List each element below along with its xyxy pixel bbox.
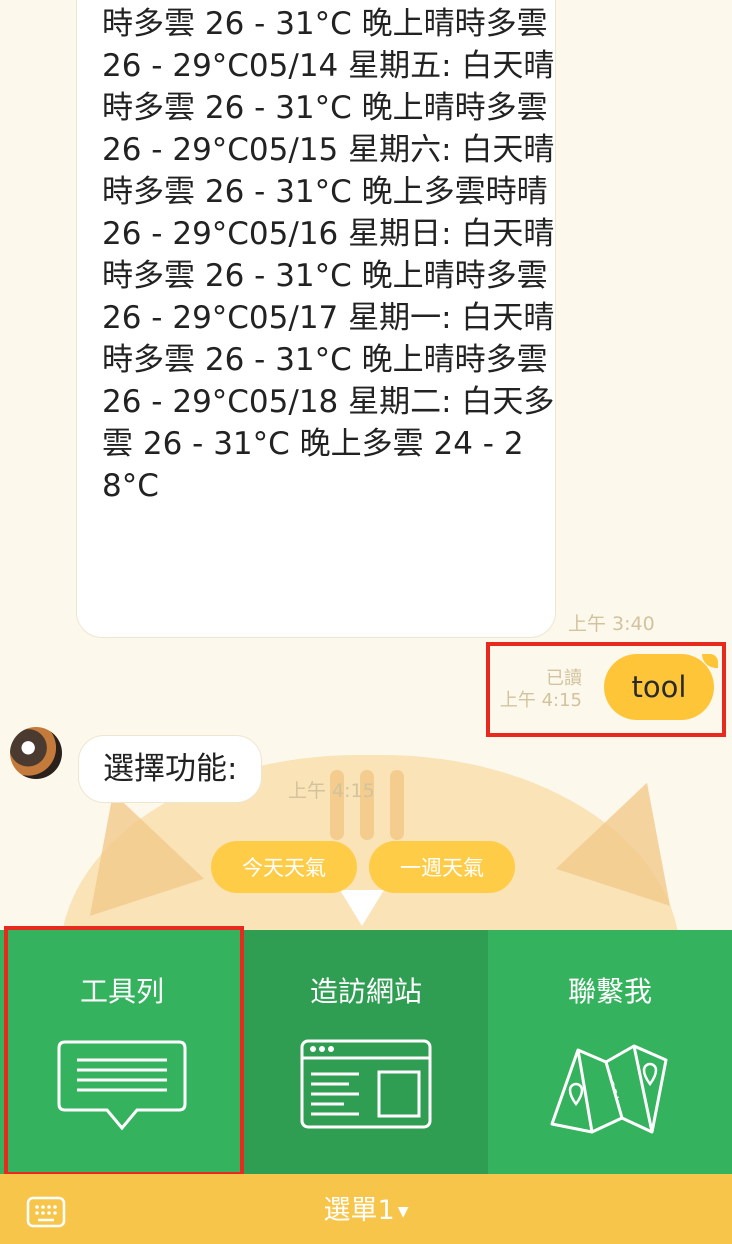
toolbar-highlight-box (4, 926, 244, 1176)
rich-menu-contact-me-label: 聯繫我 (567, 975, 652, 1008)
browser-window-icon (300, 1039, 432, 1129)
menu-toggle-button[interactable]: 選單1 ▼ (0, 1188, 732, 1227)
menu-title: 選單1 (323, 1195, 395, 1226)
read-status: 已讀 上午 4:15 (500, 668, 582, 712)
weather-message-text: 26 - 29°C05/13 星期四: 白天晴時多雲 26 - 31°C 晚上晴… (102, 6, 555, 504)
bot-message-time: 上午 4:15 (288, 780, 375, 802)
bot-avatar[interactable] (10, 727, 62, 779)
weather-message-time: 上午 3:40 (568, 613, 655, 635)
cat-nose (340, 890, 384, 926)
read-status-label: 已讀 (546, 668, 582, 689)
user-message-bubble: tool (604, 654, 718, 720)
cat-stripe (390, 770, 404, 840)
quick-reply-week-weather[interactable]: 一週天氣 (369, 841, 515, 893)
bottom-bar: 選單1 ▼ (0, 1174, 732, 1244)
user-message-text: tool (631, 670, 687, 704)
folded-map-icon (550, 1044, 668, 1134)
rich-menu-visit-website[interactable]: 造訪網站 (244, 930, 488, 1174)
rich-menu-visit-website-label: 造訪網站 (309, 975, 422, 1008)
quick-reply-today-weather[interactable]: 今天天氣 (211, 841, 357, 893)
user-message-highlight: 已讀 上午 4:15 tool (486, 642, 726, 737)
bot-message-bubble: 選擇功能: (78, 735, 263, 803)
user-message-time: 上午 4:15 (499, 690, 582, 711)
rich-menu-contact-me[interactable]: 聯繫我 (488, 930, 732, 1174)
caret-down-icon: ▼ (397, 1203, 409, 1220)
bot-message-text: 選擇功能: (103, 751, 238, 787)
chat-area[interactable]: 26 - 29°C05/13 星期四: 白天晴時多雲 26 - 31°C 晚上晴… (0, 0, 732, 930)
weather-message-bubble: 26 - 29°C05/13 星期四: 白天晴時多雲 26 - 31°C 晚上晴… (76, 0, 556, 638)
